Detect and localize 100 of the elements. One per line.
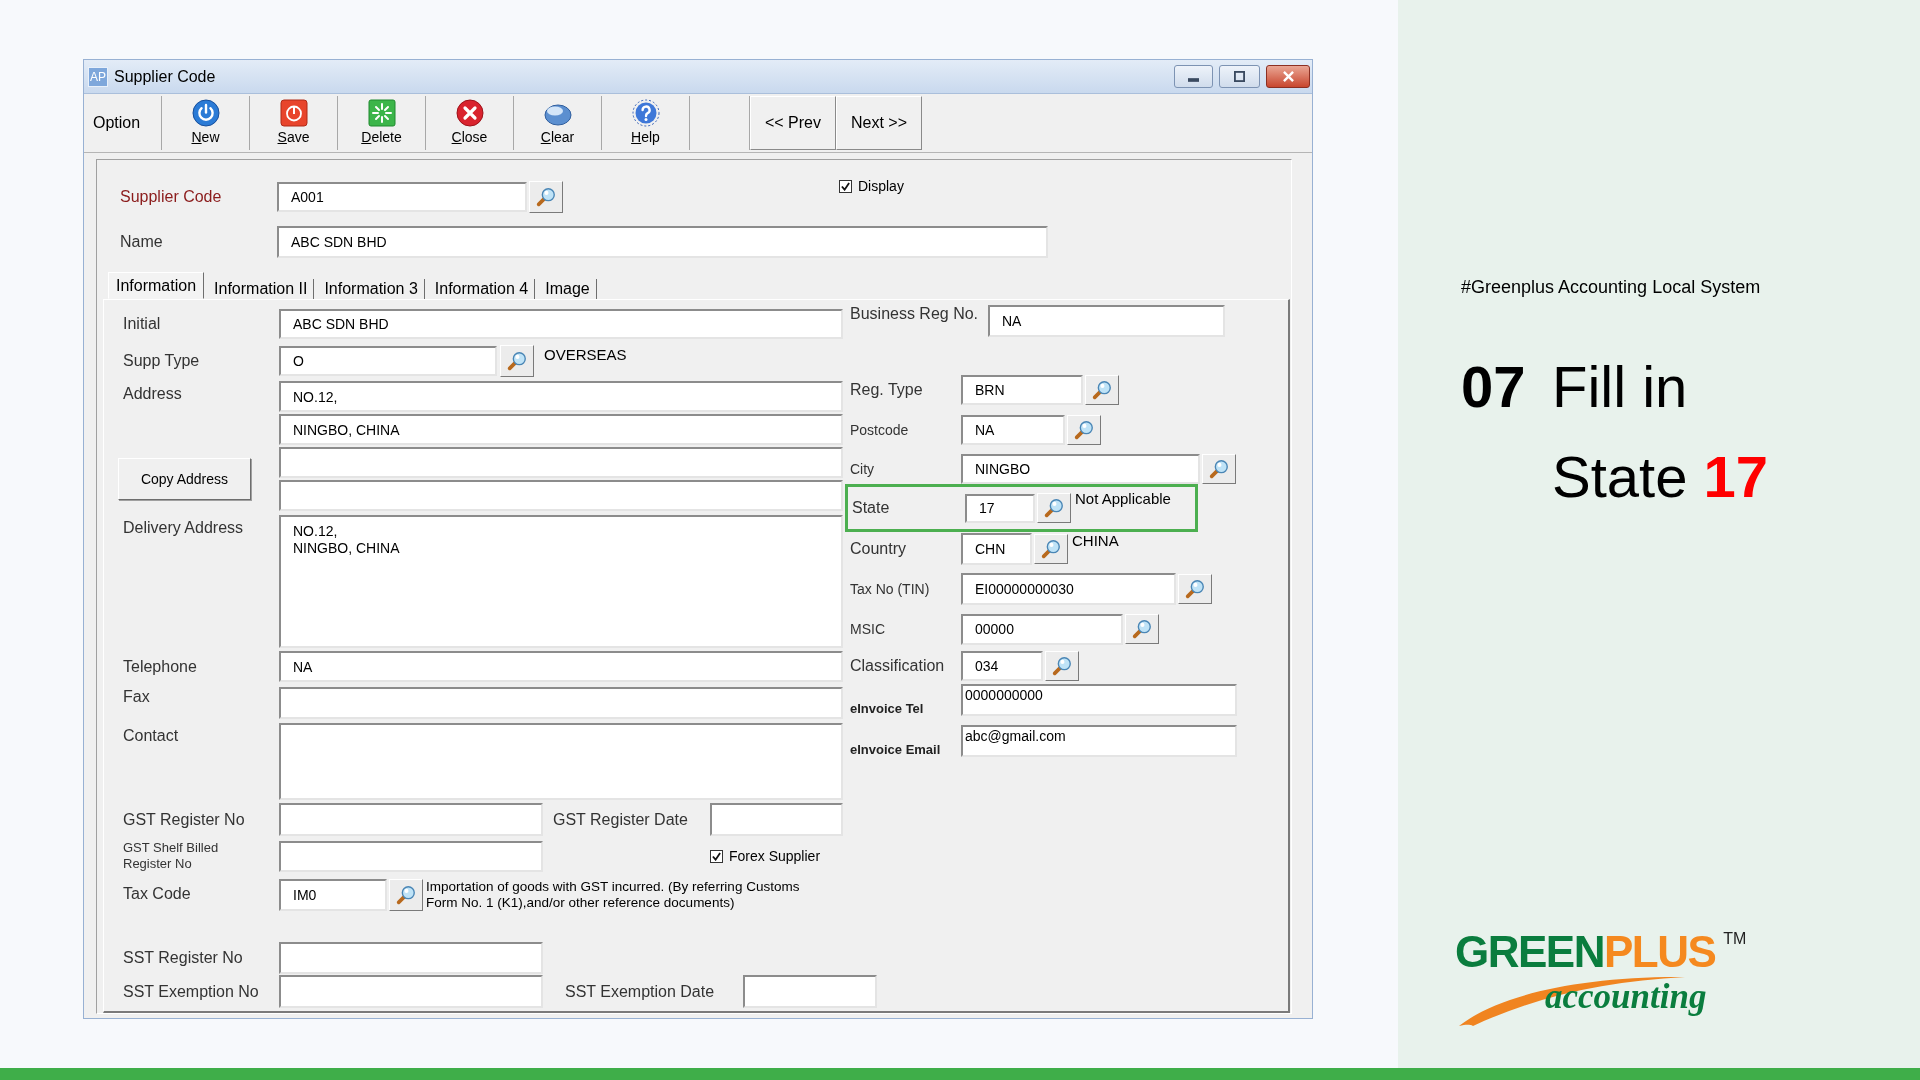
description-text: OVERSEAS xyxy=(544,346,627,363)
tab[interactable]: Image xyxy=(539,279,597,299)
maximize-button[interactable] xyxy=(1219,65,1260,88)
input-field[interactable]: O xyxy=(279,346,497,376)
brand-wordmark: GREENPLUS xyxy=(1455,928,1716,976)
input-field[interactable]: NO.12, xyxy=(279,381,843,412)
lookup-button[interactable] xyxy=(1034,534,1068,564)
search-icon xyxy=(535,186,557,208)
input-field[interactable]: 17 xyxy=(965,493,1035,523)
field-label: Country xyxy=(850,540,908,558)
lookup-button[interactable] xyxy=(529,181,563,213)
search-icon xyxy=(1091,379,1113,401)
lookup-button[interactable] xyxy=(1125,614,1159,644)
tab[interactable]: Information xyxy=(108,272,205,299)
input-field[interactable]: ABC SDN BHD xyxy=(279,309,843,339)
minimize-button[interactable] xyxy=(1174,65,1213,88)
app-badge: AP xyxy=(88,66,108,87)
input-field[interactable]: 0000000000 xyxy=(961,684,1237,716)
field-label: GST Shelf Billed Register No xyxy=(123,840,220,872)
input-field[interactable]: BRN xyxy=(961,375,1083,405)
new-button[interactable]: New xyxy=(162,96,250,150)
input-field[interactable]: CHN xyxy=(961,533,1032,565)
field-label: eInvoice Email xyxy=(850,742,942,757)
field-label: Supp Type xyxy=(123,352,201,370)
input-field[interactable] xyxy=(279,942,543,974)
lookup-button[interactable] xyxy=(1202,454,1236,484)
input-field[interactable] xyxy=(279,803,543,836)
lookup-button[interactable] xyxy=(1178,574,1212,604)
clear-button[interactable]: Clear xyxy=(514,96,602,150)
search-icon xyxy=(1043,497,1065,519)
checkbox[interactable] xyxy=(839,179,852,193)
field-label: City xyxy=(850,461,876,477)
field-label: Reg. Type xyxy=(850,381,924,399)
input-field[interactable]: abc@gmail.com xyxy=(961,725,1237,757)
field-label: Contact xyxy=(123,726,180,745)
input-field[interactable]: NA xyxy=(961,415,1065,445)
text-area[interactable]: NO.12, NINGBO, CHINA xyxy=(279,515,843,648)
input-field[interactable] xyxy=(279,687,843,719)
tab[interactable]: Information 3 xyxy=(318,279,425,299)
input-field[interactable]: ABC SDN BHD xyxy=(277,226,1048,258)
search-icon xyxy=(506,350,528,372)
tab[interactable]: Information II xyxy=(208,279,315,299)
checkbox-label: Forex Supplier xyxy=(729,848,821,864)
field-label: SST Register No xyxy=(123,949,244,967)
search-icon xyxy=(1040,538,1062,560)
lookup-button[interactable] xyxy=(500,345,534,377)
input-field[interactable] xyxy=(743,975,877,1008)
search-icon xyxy=(1184,578,1206,600)
search-icon xyxy=(1051,655,1073,677)
field-label: Address xyxy=(123,384,183,403)
save-button[interactable]: Save xyxy=(250,96,338,150)
close-button[interactable] xyxy=(1266,65,1310,88)
search-icon xyxy=(1131,618,1153,640)
field-label: Tax No (TIN) xyxy=(850,581,931,597)
input-field[interactable]: EI00000000030 xyxy=(961,573,1176,605)
lookup-button[interactable] xyxy=(1067,415,1101,445)
window-title: Supplier Code xyxy=(114,67,216,86)
starburst-icon xyxy=(367,99,396,127)
previous-button[interactable]: << Prev xyxy=(750,96,836,150)
field-label: SST Exemption Date xyxy=(565,982,716,1001)
description-text: CHINA xyxy=(1072,532,1119,549)
input-field[interactable]: 00000 xyxy=(961,613,1123,645)
field-label: Telephone xyxy=(123,657,198,676)
input-field[interactable]: NINGBO, CHINA xyxy=(279,414,843,445)
lookup-button[interactable] xyxy=(1045,651,1079,681)
tab[interactable]: Information 4 xyxy=(428,279,536,299)
field-label: Name xyxy=(120,233,164,251)
input-field[interactable]: NA xyxy=(988,305,1225,337)
input-field[interactable] xyxy=(279,447,843,478)
input-field[interactable]: 034 xyxy=(961,651,1043,681)
input-field[interactable]: NINGBO xyxy=(961,454,1200,484)
power-icon xyxy=(191,99,220,127)
field-label: MSIC xyxy=(850,621,886,637)
input-field[interactable] xyxy=(279,480,843,511)
description-text: Not Applicable xyxy=(1075,490,1171,507)
search-icon xyxy=(1073,419,1095,441)
search-icon xyxy=(1208,458,1230,480)
close-button[interactable]: Close xyxy=(426,96,514,150)
text-area[interactable] xyxy=(279,723,843,800)
lookup-button[interactable] xyxy=(1037,493,1071,523)
field-label: Delivery Address xyxy=(123,518,245,537)
field-label: State xyxy=(852,499,891,517)
input-field[interactable]: NA xyxy=(279,651,843,682)
checkbox[interactable] xyxy=(710,849,723,863)
trademark-sign: TM xyxy=(1723,930,1747,948)
input-field[interactable]: A001 xyxy=(277,182,527,212)
checkbox-label: Display xyxy=(858,178,904,194)
input-field[interactable] xyxy=(279,840,543,872)
help-button[interactable]: Help xyxy=(602,96,690,150)
field-label: Postcode xyxy=(850,422,910,438)
lookup-button[interactable] xyxy=(1085,375,1119,405)
next-button[interactable]: Next >> xyxy=(836,96,922,150)
copy-address-button[interactable]: Copy Address xyxy=(118,458,251,500)
delete-button[interactable]: Delete xyxy=(338,96,426,150)
input-field[interactable]: IM0 xyxy=(279,879,387,911)
field-label: GST Register Date xyxy=(553,810,689,829)
input-field[interactable] xyxy=(710,803,843,836)
field-label: Supplier Code xyxy=(120,188,223,206)
lookup-button[interactable] xyxy=(389,879,423,911)
input-field[interactable] xyxy=(279,975,543,1008)
